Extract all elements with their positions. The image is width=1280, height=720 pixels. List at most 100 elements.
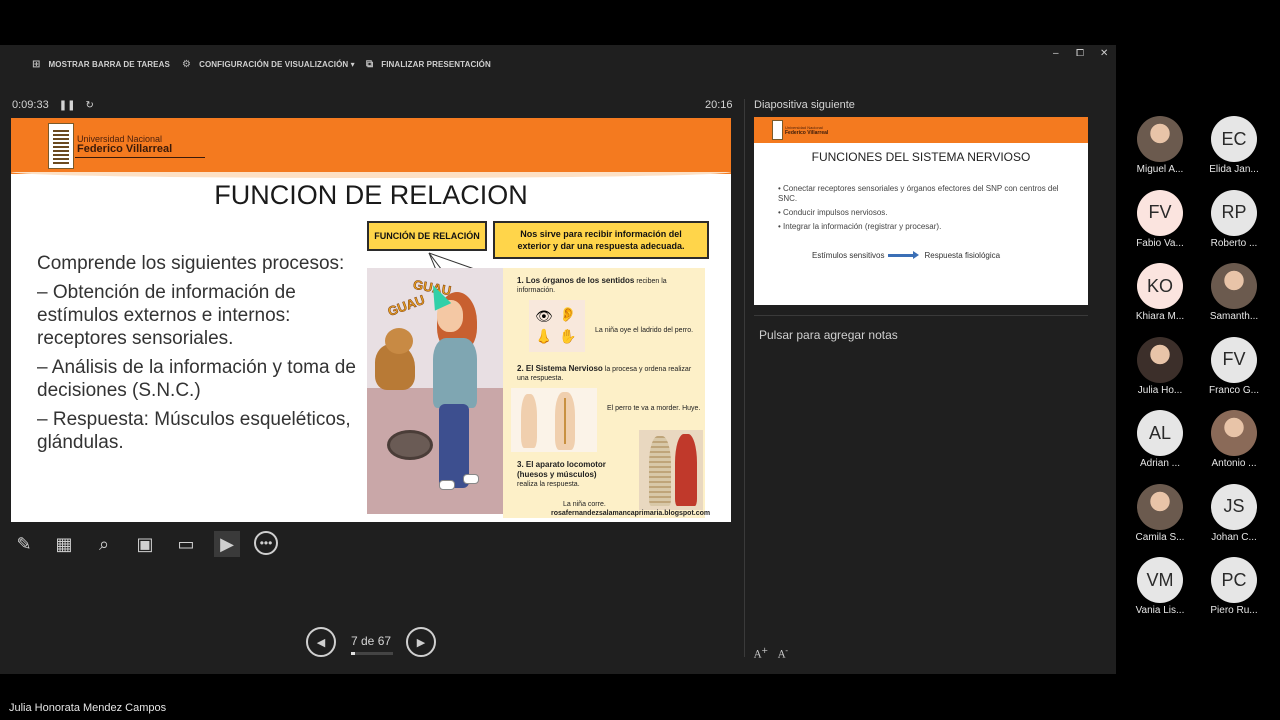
next-slide-bullet: Integrar la información (registrar y pro… (778, 222, 1078, 232)
subtitles-icon[interactable]: ▭ (173, 531, 199, 557)
black-screen-icon[interactable]: ▣ (132, 531, 158, 557)
avatar: FV (1211, 336, 1257, 383)
participant-name: Elida Jan... (1209, 164, 1259, 175)
next-slide-bullet: Conectar receptores sensoriales y órgano… (778, 184, 1078, 204)
manhole-cover (387, 430, 433, 460)
participant-tile[interactable]: Miguel A... (1124, 116, 1196, 175)
step-2-title: 2. El Sistema Nervioso (517, 364, 603, 373)
participant-name: Roberto ... (1210, 237, 1258, 249)
next-slide-label: Diapositiva siguiente (754, 99, 855, 111)
more-options-icon[interactable]: ••• (254, 531, 278, 555)
participant-tile[interactable]: Julia Ho... (1124, 336, 1196, 396)
participant-tile[interactable]: PC Piero Ru... (1198, 557, 1270, 616)
pen-tool-icon[interactable]: ✎ (11, 531, 37, 557)
next-slide-preview[interactable]: Universidad Nacional Federico Villarreal… (754, 117, 1088, 305)
pane-divider[interactable] (744, 99, 745, 657)
participant-tile[interactable]: FV Fabio Va... (1124, 189, 1196, 249)
participant-tile[interactable]: FV Franco G... (1198, 336, 1270, 396)
girl-body (433, 338, 477, 408)
display-settings-icon: ⚙ (182, 59, 192, 70)
participant-tile[interactable]: Antonio ... (1198, 410, 1270, 469)
next-slide-title: FUNCIONES DEL SISTEMA NERVIOSO (811, 150, 1031, 164)
stimulus-response-flow: Estímulos sensitivos Respuesta fisiológi… (812, 251, 1000, 260)
presenter-view-window: ⊞ MOSTRAR BARRA DE TAREAS ⚙ CONFIGURACIÓ… (0, 45, 1116, 674)
girl-shoe (463, 474, 479, 484)
display-settings-button[interactable]: ⚙ CONFIGURACIÓN DE VISUALIZACIÓN ▾ (182, 59, 355, 70)
step-1-title: 1. Los órganos de los sentidos (517, 276, 635, 285)
participant-tile[interactable]: EC Elida Jan... (1198, 116, 1270, 175)
avatar: PC (1211, 557, 1257, 603)
ear-icon: 👂 (559, 306, 577, 322)
close-icon[interactable]: ✕ (1100, 48, 1108, 59)
increase-font-icon[interactable]: A+ (754, 645, 768, 660)
image-source-credit: rosafernandezsalamancaprimaria.blogspot.… (551, 510, 711, 517)
camera-icon[interactable]: ▶ (214, 531, 240, 557)
participant-tile[interactable]: Samanth... (1198, 263, 1270, 322)
step-2-caption: El perro te va a morder. Huye. (607, 405, 701, 412)
taskbar-icon: ⊞ (32, 59, 41, 70)
notes-divider (754, 315, 1088, 316)
flow-to-text: Respuesta fisiológica (924, 251, 1001, 260)
active-speaker-name: Julia Honorata Mendez Campos (9, 702, 167, 714)
timer: 0:09:33 ❚❚ ↻ (12, 99, 94, 111)
body-figure (521, 394, 537, 448)
decrease-font-icon[interactable]: A- (778, 645, 788, 660)
avatar: FV (1137, 189, 1183, 236)
step-3-text: 3. El aparato locomotor (huesos y múscul… (517, 460, 627, 489)
slide-progress-track (351, 652, 393, 655)
participant-name: Vania Lis... (1135, 605, 1185, 616)
spinal-cord (564, 398, 566, 444)
avatar (1211, 410, 1257, 456)
step-1-text: 1. Los órganos de los sentidos reciben l… (517, 276, 697, 295)
restore-icon[interactable]: ⧠ (1076, 48, 1084, 59)
avatar (1137, 483, 1183, 530)
current-time: 20:16 (705, 99, 733, 111)
eye-icon: 👁 (535, 308, 553, 324)
next-slide-button[interactable]: ▶ (406, 627, 436, 657)
slide-counter[interactable]: 7 de 67 (351, 634, 391, 648)
hand-icon: ✋ (559, 328, 577, 344)
skeleton-figure (649, 436, 671, 506)
next-university-line2: Federico Villarreal (785, 130, 829, 136)
participant-name: Miguel A... (1136, 164, 1184, 175)
right-arrow-icon (888, 251, 920, 259)
slide-progress-fill (351, 652, 355, 655)
university-crest-icon (772, 120, 783, 140)
zoom-icon[interactable]: ⌕ (91, 531, 117, 557)
presenter-toolbar: ⊞ MOSTRAR BARRA DE TAREAS ⚙ CONFIGURACIÓ… (0, 45, 1116, 85)
participant-tile[interactable]: RP Roberto ... (1198, 189, 1270, 249)
pause-icon[interactable]: ❚❚ (59, 100, 76, 111)
flow-from-text: Estímulos sensitivos (812, 251, 885, 260)
participant-name: Khiara M... (1135, 311, 1185, 322)
avatar (1137, 336, 1183, 383)
avatar: JS (1211, 483, 1257, 530)
speaker-notes-area[interactable]: Pulsar para agregar notas (759, 328, 898, 342)
senses-organs-image: 👁 👂 👃 ✋ (529, 300, 585, 352)
show-taskbar-label: MOSTRAR BARRA DE TAREAS (48, 60, 170, 69)
current-slide[interactable]: Universidad Nacional Federico Villarreal… (11, 118, 731, 522)
participant-tile[interactable]: Camila S... (1124, 483, 1196, 543)
participant-name: Camila S... (1135, 531, 1185, 543)
screen: ⊞ MOSTRAR BARRA DE TAREAS ⚙ CONFIGURACIÓ… (0, 0, 1280, 720)
end-slideshow-button[interactable]: ⧉ FINALIZAR PRESENTACIÓN (366, 59, 491, 70)
show-taskbar-button[interactable]: ⊞ MOSTRAR BARRA DE TAREAS (32, 59, 170, 70)
avatar: RP (1211, 189, 1257, 236)
step-2-text: 2. El Sistema Nervioso la procesa y orde… (517, 364, 702, 383)
participant-name: Samanth... (1209, 311, 1259, 322)
next-slide-bullet: Conducir impulsos nerviosos. (778, 208, 1078, 218)
participant-tile[interactable]: KO Khiara M... (1124, 263, 1196, 322)
participant-name: Piero Ru... (1210, 605, 1258, 616)
avatar: VM (1137, 557, 1183, 603)
participant-tile[interactable]: VM Vania Lis... (1124, 557, 1196, 616)
minimize-icon[interactable]: – (1053, 48, 1059, 59)
restart-timer-icon[interactable]: ↻ (85, 100, 93, 111)
girl-shoe (439, 480, 455, 490)
next-slide-bullets: Conectar receptores sensoriales y órgano… (778, 184, 1078, 236)
participant-tile[interactable]: AL Adrian ... (1124, 410, 1196, 469)
previous-slide-button[interactable]: ◀ (306, 627, 336, 657)
see-all-slides-icon[interactable]: ▦ (51, 531, 77, 557)
participant-tile[interactable]: JS Johan C... (1198, 483, 1270, 543)
step-3-caption: La niña corre. (563, 501, 606, 508)
dog-head (385, 328, 413, 354)
muscle-figure (675, 434, 697, 506)
